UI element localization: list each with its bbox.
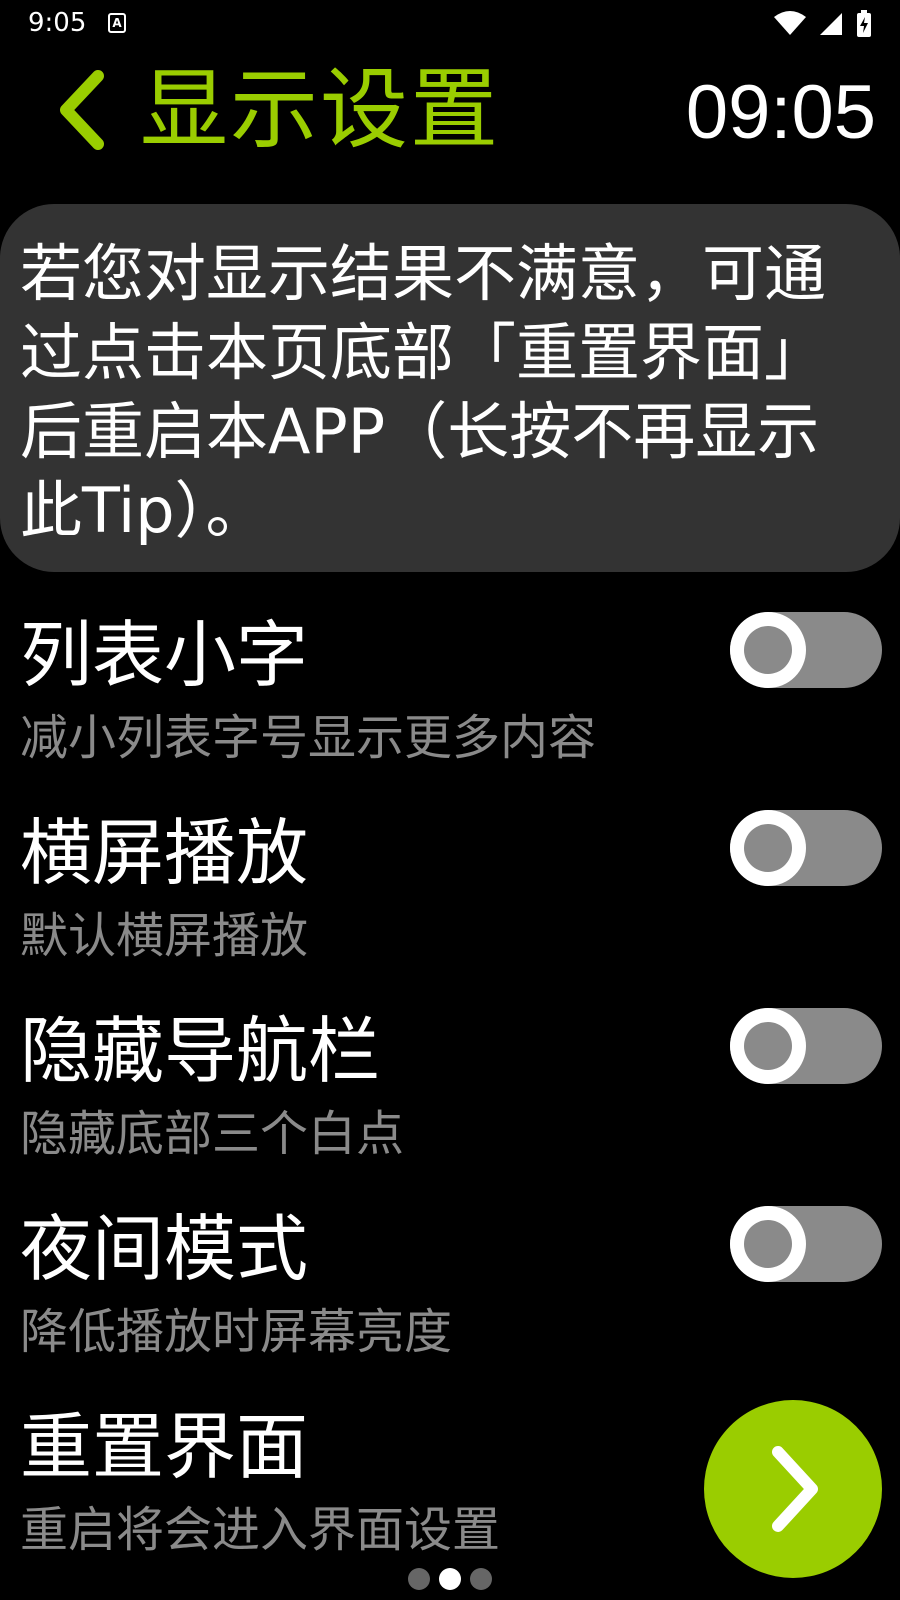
setting-subtitle: 隐藏底部三个白点 [20,1106,405,1162]
page-dot [408,1568,430,1590]
a-letter-icon: A [108,13,126,33]
page-dot-active [439,1568,461,1590]
app-header: 显示设置 09:05 [0,60,900,160]
page-indicator [0,1568,900,1592]
toggle-thumb [730,612,806,688]
tip-text: 若您对显示结果不满意，可通过点击本页底部「重置界面」后重启本APP（长按不再显示… [20,237,827,547]
toggle-night-mode[interactable] [730,1206,882,1282]
setting-subtitle: 降低播放时屏幕亮度 [20,1304,453,1360]
toggle-thumb [730,1008,806,1084]
page-dot [470,1568,492,1590]
reset-subtitle: 重启将会进入界面设置 [20,1502,501,1558]
wifi-icon [774,11,806,35]
setting-title: 横屏播放 [20,811,309,895]
setting-title: 列表小字 [20,613,309,697]
chevron-left-icon[interactable] [54,66,114,154]
page-title: 显示设置 [140,58,501,161]
clock: 09:05 [685,70,876,155]
reset-title: 重置界面 [20,1405,309,1489]
status-time: 9:05 [28,8,87,38]
setting-row-hide-nav: 隐藏导航栏 隐藏底部三个白点 [0,1006,900,1186]
setting-subtitle: 默认横屏播放 [20,908,309,964]
setting-title: 隐藏导航栏 [20,1009,381,1093]
toggle-thumb [730,810,806,886]
toggle-landscape[interactable] [730,810,882,886]
setting-row-landscape: 横屏播放 默认横屏播放 [0,808,900,988]
setting-row-small-font: 列表小字 减小列表字号显示更多内容 [0,610,900,790]
setting-title: 夜间模式 [20,1207,309,1291]
signal-icon [820,13,842,35]
reset-button[interactable] [704,1400,882,1578]
chevron-right-icon [772,1446,818,1532]
setting-subtitle: 减小列表字号显示更多内容 [20,710,597,766]
toggle-small-font[interactable] [730,612,882,688]
setting-row-night-mode: 夜间模式 降低播放时屏幕亮度 [0,1204,900,1384]
battery-charging-icon [857,10,871,37]
status-icons [774,10,872,38]
toggle-thumb [730,1206,806,1282]
status-bar: 9:05 A [0,0,900,48]
tip-banner[interactable]: 若您对显示结果不满意，可通过点击本页底部「重置界面」后重启本APP（长按不再显示… [0,204,900,572]
toggle-hide-nav[interactable] [730,1008,882,1084]
